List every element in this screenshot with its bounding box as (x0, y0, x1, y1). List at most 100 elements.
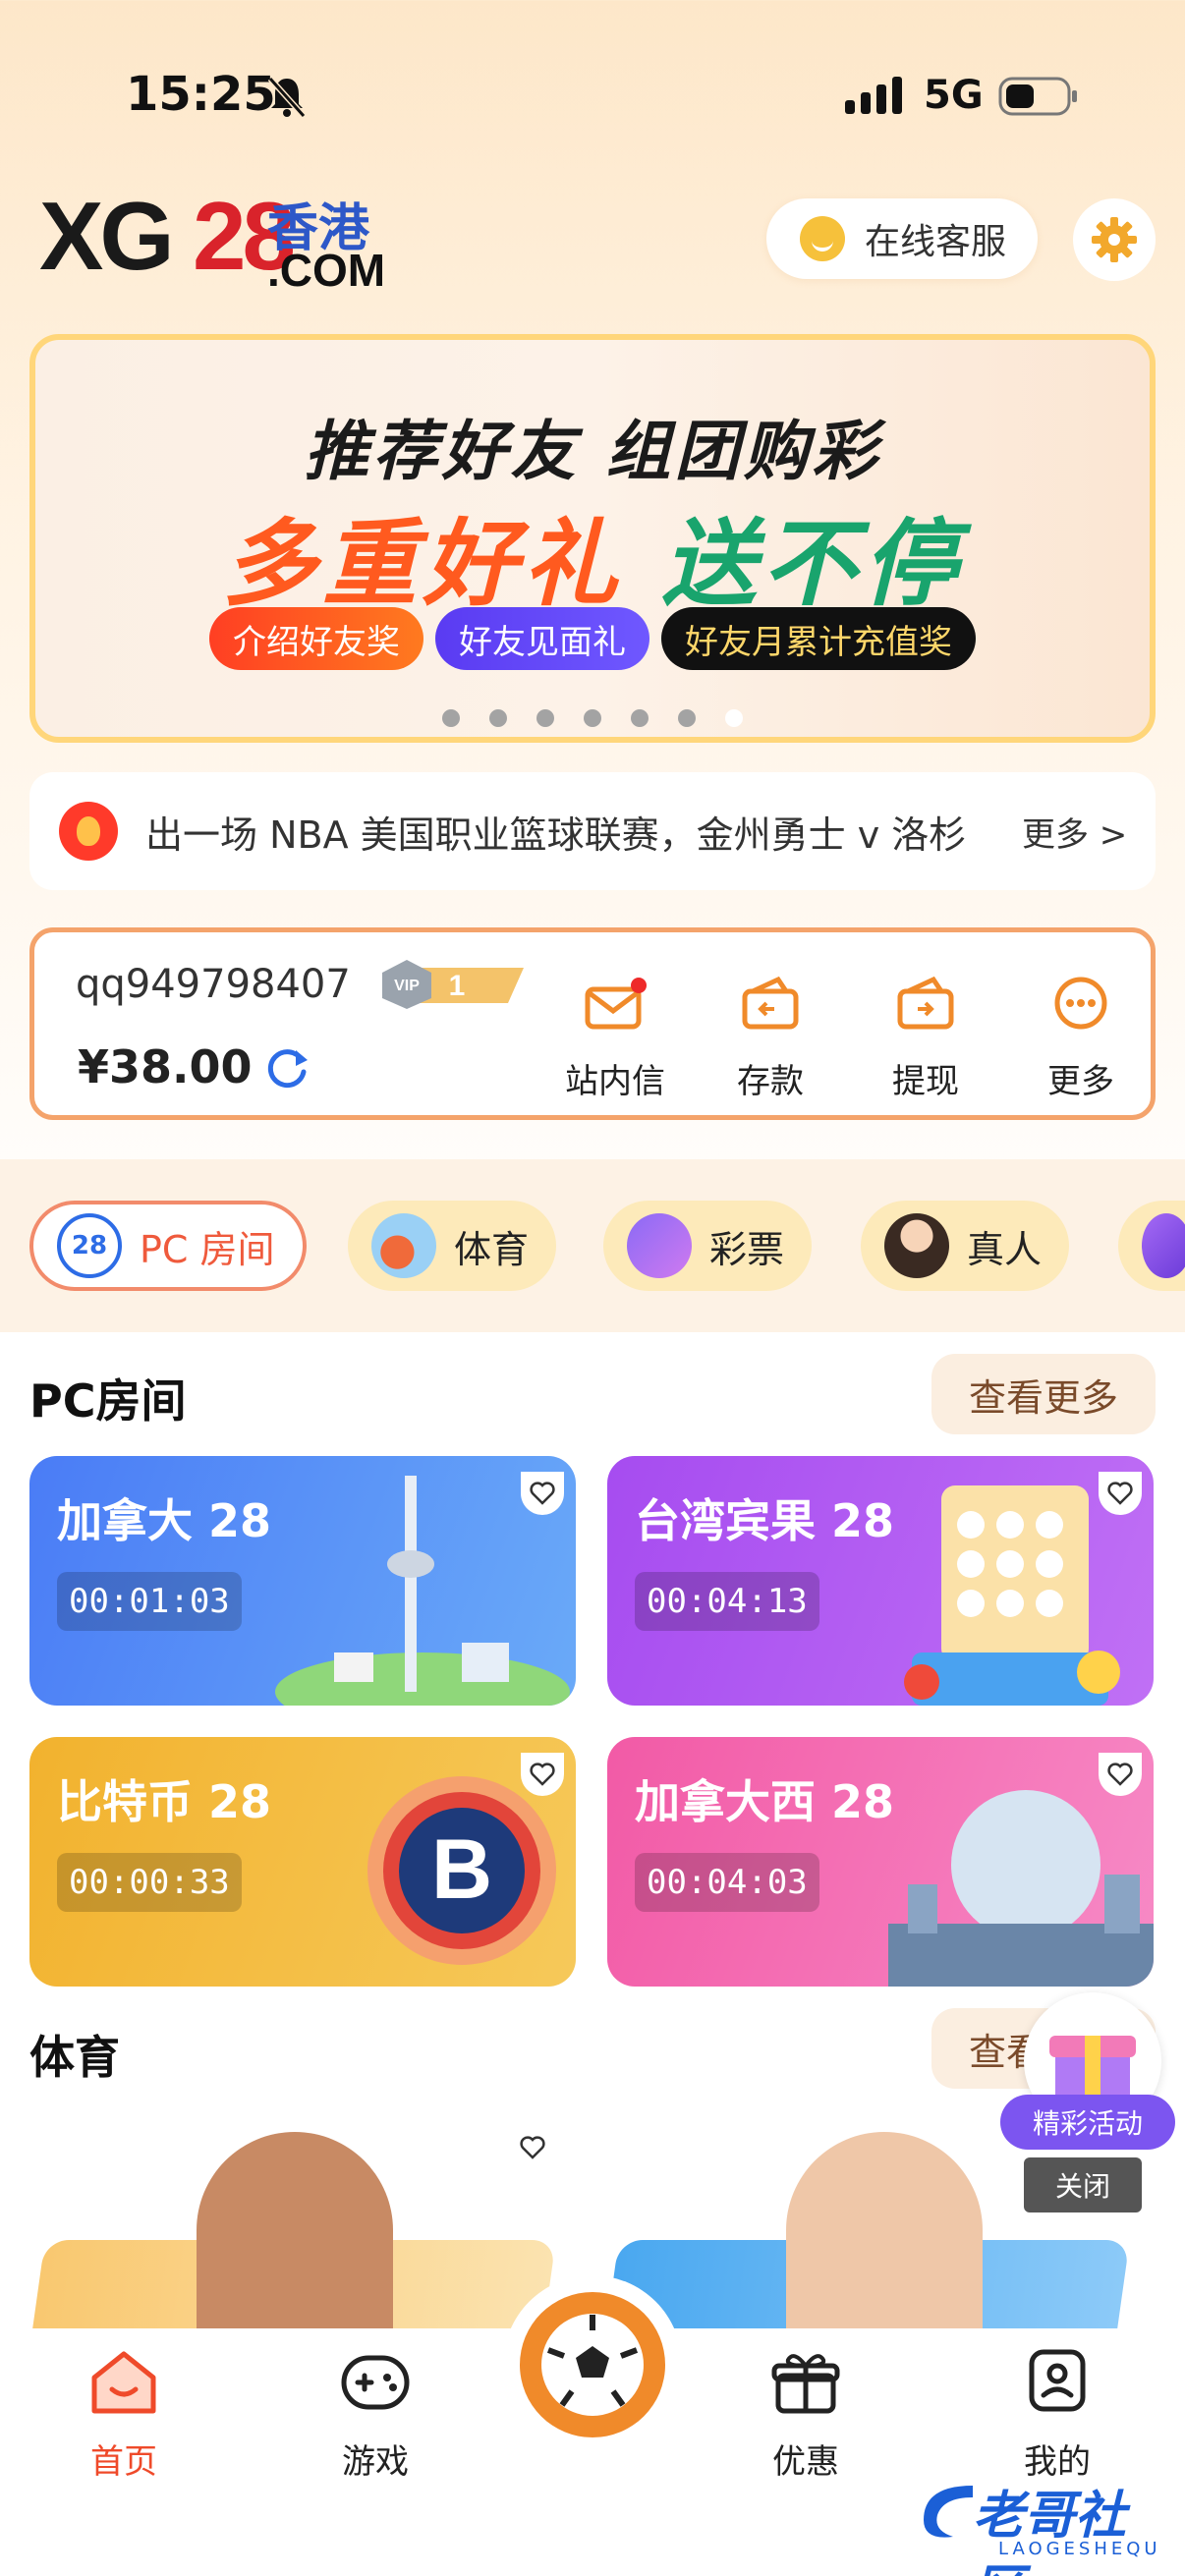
favorite-button[interactable] (521, 1753, 564, 1796)
game-name: 加拿大 28 (57, 1494, 272, 1547)
pc-view-more-button[interactable]: 查看更多 (931, 1354, 1156, 1434)
signal-icon (845, 77, 902, 114)
mail-icon (585, 978, 647, 1030)
game-card-bitcoin28[interactable]: B 比特币 28 00:00:33 (29, 1737, 576, 1987)
deposit-button[interactable]: 存款 (706, 976, 834, 1102)
banner-chip: 好友见面礼 (435, 607, 649, 670)
pc-section-title: PC房间 (29, 1374, 187, 1428)
account-card: qq949798407 VIP 1 ¥38.00 站内信 存款 提现 更多 (29, 927, 1156, 1120)
svg-text:VIP: VIP (394, 978, 420, 994)
tab-games[interactable]: 游戏 (297, 2348, 454, 2483)
lottery-icon (627, 1213, 692, 1278)
pc28-icon: 28 (57, 1213, 122, 1278)
heart-icon (530, 1763, 555, 1786)
more-actions-label: 更多 (1047, 1062, 1114, 1101)
network-type: 5G (924, 73, 984, 118)
category-tab-sports[interactable]: 体育 (348, 1201, 557, 1291)
username: qq949798407 (76, 962, 351, 1007)
customer-service-button[interactable]: 在线客服 (766, 198, 1038, 279)
favorite-button[interactable] (511, 2126, 554, 2169)
svg-text:1: 1 (449, 970, 466, 1002)
sports-icon (371, 1213, 436, 1278)
more-actions-button[interactable]: 更多 (1017, 976, 1145, 1102)
game-card-canada28[interactable]: 加拿大 28 00:01:03 (29, 1456, 576, 1706)
category-tab-pc[interactable]: 28 PC 房间 (29, 1201, 307, 1291)
settings-button[interactable] (1073, 198, 1156, 281)
banner-chips: 介绍好友奖 好友见面礼 好友月累计充值奖 (35, 607, 1150, 670)
gift-icon (771, 2354, 840, 2414)
withdraw-icon (897, 976, 954, 1030)
soccer-ball-icon (541, 2314, 644, 2416)
announcement-more-link[interactable]: 更多 > (1022, 808, 1127, 856)
carousel-dot[interactable] (489, 709, 507, 727)
heart-icon (520, 2136, 545, 2159)
svg-text:B: B (431, 1822, 492, 1917)
game-name: 比特币 28 (57, 1775, 272, 1828)
game-timer: 00:04:03 (635, 1853, 819, 1912)
watermark: 老哥社区 LAOGESHEQU (914, 2466, 1169, 2576)
balance-amount: ¥38.00 (78, 1040, 253, 1093)
game-card-canada-west28[interactable]: 加拿大西 28 00:04:03 (607, 1737, 1154, 1987)
promo-banner[interactable]: 推荐好友 组团购彩 多重好礼 送不停 介绍好友奖 好友见面礼 好友月累计充值奖 (29, 334, 1156, 743)
carousel-dot[interactable] (678, 709, 696, 727)
category-tab-live[interactable]: 真人 (861, 1201, 1070, 1291)
banner-subheadline: 多重好礼 送不停 (222, 509, 963, 619)
announcement-bar[interactable]: 出一场 NBA 美国职业篮球联赛，金州勇士 v 洛杉 更多 > (29, 772, 1156, 890)
favorite-button[interactable] (1099, 1472, 1142, 1515)
withdraw-label: 提现 (892, 1062, 959, 1101)
announcement-text: 出一场 NBA 美国职业篮球联赛，金州勇士 v 洛杉 (145, 812, 967, 857)
withdraw-button[interactable]: 提现 (862, 976, 989, 1102)
brand-logo: XG 28 香港 .COM (39, 182, 386, 296)
game-name: 加拿大西 28 (635, 1775, 895, 1828)
inbox-button[interactable]: 站内信 (551, 976, 679, 1102)
favorite-button[interactable] (521, 1472, 564, 1515)
banner-chip: 介绍好友奖 (209, 607, 423, 670)
carousel-dot[interactable] (631, 709, 649, 727)
customer-service-label: 在线客服 (865, 222, 1007, 262)
live-dealer-icon (884, 1213, 949, 1278)
category-tab-lottery[interactable]: 彩票 (603, 1201, 813, 1291)
player-left (197, 2132, 393, 2328)
tab-profile[interactable]: 我的 (979, 2348, 1136, 2483)
game-timer: 00:01:03 (57, 1572, 242, 1631)
game-name: 台湾宾果 28 (635, 1494, 895, 1547)
tab-home[interactable]: 首页 (45, 2348, 202, 2483)
carousel-dot[interactable] (536, 709, 554, 727)
bingo-machine-illustration (904, 1485, 1120, 1706)
banner-chip: 好友月累计充值奖 (661, 607, 976, 670)
heart-icon (1107, 1763, 1133, 1786)
gamepad-icon (341, 2355, 410, 2410)
category-icon (1142, 1213, 1185, 1278)
tab-promotions[interactable]: 优惠 (727, 2348, 884, 2483)
deposit-label: 存款 (737, 1062, 804, 1101)
tab-label: 首页 (90, 2442, 157, 2482)
heart-icon (1107, 1482, 1133, 1505)
promo-label: 精彩活动 (1000, 2095, 1175, 2150)
status-time: 15:25 (126, 67, 276, 122)
more-dots-icon (1054, 977, 1107, 1030)
tab-label: 优惠 (772, 2442, 839, 2482)
heart-icon (530, 1482, 555, 1505)
battery-icon (998, 77, 1077, 116)
home-icon (91, 2351, 156, 2414)
carousel-dot-active[interactable] (725, 709, 743, 727)
carousel-dot[interactable] (584, 709, 601, 727)
profile-icon (1029, 2349, 1086, 2412)
game-card-taiwan-bingo28[interactable]: 台湾宾果 28 00:04:13 (607, 1456, 1154, 1706)
game-timer: 00:04:13 (635, 1572, 819, 1631)
carousel-dot[interactable] (442, 709, 460, 727)
science-world-illustration (888, 1790, 1154, 1987)
sports-section-title: 体育 (29, 2031, 120, 2084)
game-timer: 00:00:33 (57, 1853, 242, 1912)
favorite-button[interactable] (1099, 1753, 1142, 1796)
promo-close-button[interactable]: 关闭 (1024, 2157, 1142, 2212)
deposit-icon (742, 976, 799, 1030)
inbox-label: 站内信 (565, 1062, 665, 1101)
center-sports-button[interactable] (503, 2275, 682, 2454)
carousel-dots[interactable] (35, 709, 1150, 727)
chat-icon (800, 216, 845, 261)
refresh-balance-icon[interactable] (264, 1044, 310, 1090)
bitcoin-icon: B (367, 1776, 556, 1965)
bell-off-icon (267, 76, 307, 118)
vip-badge: VIP 1 (382, 960, 524, 1009)
